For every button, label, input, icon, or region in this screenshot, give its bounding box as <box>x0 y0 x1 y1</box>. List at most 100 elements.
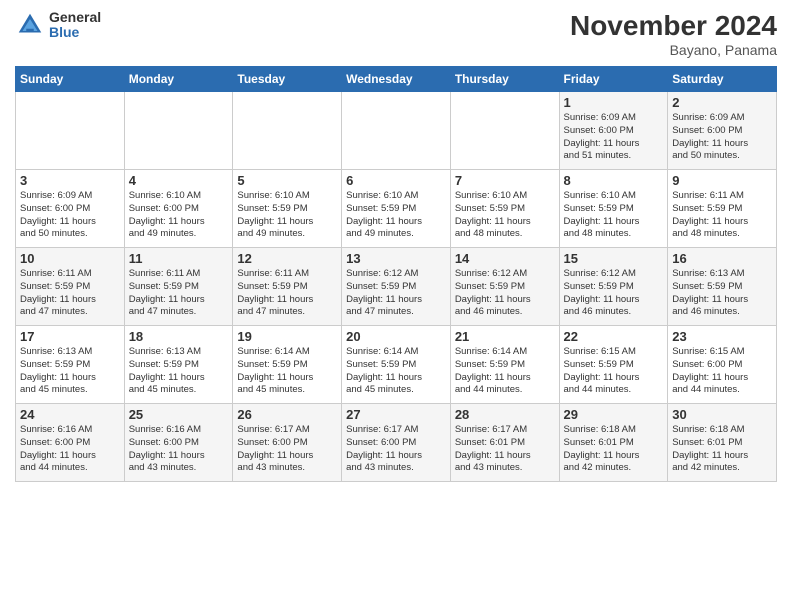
calendar-cell: 4Sunrise: 6:10 AM Sunset: 6:00 PM Daylig… <box>124 170 233 248</box>
header-friday: Friday <box>559 67 668 92</box>
calendar-cell: 23Sunrise: 6:15 AM Sunset: 6:00 PM Dayli… <box>668 326 777 404</box>
day-info: Sunrise: 6:12 AM Sunset: 5:59 PM Dayligh… <box>564 268 664 319</box>
header: General Blue November 2024 Bayano, Panam… <box>15 10 777 58</box>
day-info: Sunrise: 6:18 AM Sunset: 6:01 PM Dayligh… <box>672 424 772 475</box>
day-info: Sunrise: 6:11 AM Sunset: 5:59 PM Dayligh… <box>237 268 337 319</box>
calendar-cell: 25 Sunrise: 6:16 AM Sunset: 6:00 PM Dayli… <box>124 404 233 482</box>
day-info: Sunrise: 6:09 AM Sunset: 6:00 PM Dayligh… <box>20 190 120 241</box>
day-number: 24 <box>20 407 120 422</box>
day-number: 7 <box>455 173 555 188</box>
day-info: Sunrise: 6:12 AM Sunset: 5:59 PM Dayligh… <box>346 268 446 319</box>
calendar-cell: 2 Sunrise: 6:09 AM Sunset: 6:00 PM Daylig… <box>668 92 777 170</box>
calendar-cell: 27Sunrise: 6:17 AM Sunset: 6:00 PM Dayli… <box>342 404 451 482</box>
calendar-body: 1 Sunrise: 6:09 AM Sunset: 6:00 PM Daylig… <box>16 92 777 482</box>
day-info: Sunrise: 6:10 AM Sunset: 5:59 PM Dayligh… <box>564 190 664 241</box>
day-number: 13 <box>346 251 446 266</box>
day-number: 29 <box>564 407 664 422</box>
day-number: 2 <box>672 95 772 110</box>
day-number: 10 <box>20 251 120 266</box>
day-info: Sunrise: 6:13 AM Sunset: 5:59 PM Dayligh… <box>672 268 772 319</box>
day-info: Sunrise: 6:16 AM Sunset: 6:00 PM Dayligh… <box>129 424 229 475</box>
day-number: 12 <box>237 251 337 266</box>
header-thursday: Thursday <box>450 67 559 92</box>
calendar-week-4: 24 Sunrise: 6:16 AM Sunset: 6:00 PM Dayli… <box>16 404 777 482</box>
calendar-cell: 17 Sunrise: 6:13 AM Sunset: 5:59 PM Dayli… <box>16 326 125 404</box>
day-info: Sunrise: 6:10 AM Sunset: 5:59 PM Dayligh… <box>237 190 337 241</box>
calendar-cell: 14 Sunrise: 6:12 AM Sunset: 5:59 PM Dayli… <box>450 248 559 326</box>
header-wednesday: Wednesday <box>342 67 451 92</box>
day-number: 17 <box>20 329 120 344</box>
calendar-cell: 12 Sunrise: 6:11 AM Sunset: 5:59 PM Dayli… <box>233 248 342 326</box>
day-number: 15 <box>564 251 664 266</box>
calendar-cell: 19 Sunrise: 6:14 AM Sunset: 5:59 PM Dayli… <box>233 326 342 404</box>
calendar-week-2: 10 Sunrise: 6:11 AM Sunset: 5:59 PM Dayli… <box>16 248 777 326</box>
calendar-cell: 28Sunrise: 6:17 AM Sunset: 6:01 PM Dayli… <box>450 404 559 482</box>
day-info: Sunrise: 6:10 AM Sunset: 5:59 PM Dayligh… <box>346 190 446 241</box>
day-info: Sunrise: 6:09 AM Sunset: 6:00 PM Dayligh… <box>672 112 772 163</box>
calendar-cell: 8 Sunrise: 6:10 AM Sunset: 5:59 PM Daylig… <box>559 170 668 248</box>
day-number: 1 <box>564 95 664 110</box>
calendar-cell: 22 Sunrise: 6:15 AM Sunset: 5:59 PM Dayli… <box>559 326 668 404</box>
day-info: Sunrise: 6:12 AM Sunset: 5:59 PM Dayligh… <box>455 268 555 319</box>
logo: General Blue <box>15 10 101 41</box>
calendar-week-1: 3 Sunrise: 6:09 AM Sunset: 6:00 PM Daylig… <box>16 170 777 248</box>
calendar-cell: 18 Sunrise: 6:13 AM Sunset: 5:59 PM Dayli… <box>124 326 233 404</box>
calendar-cell: 7 Sunrise: 6:10 AM Sunset: 5:59 PM Daylig… <box>450 170 559 248</box>
day-info: Sunrise: 6:14 AM Sunset: 5:59 PM Dayligh… <box>455 346 555 397</box>
calendar-cell: 11Sunrise: 6:11 AM Sunset: 5:59 PM Dayli… <box>124 248 233 326</box>
calendar-cell: 24 Sunrise: 6:16 AM Sunset: 6:00 PM Dayli… <box>16 404 125 482</box>
day-number: 6 <box>346 173 446 188</box>
header-sunday: Sunday <box>16 67 125 92</box>
day-info: Sunrise: 6:16 AM Sunset: 6:00 PM Dayligh… <box>20 424 120 475</box>
day-info: Sunrise: 6:10 AM Sunset: 6:00 PM Dayligh… <box>129 190 229 241</box>
day-info: Sunrise: 6:18 AM Sunset: 6:01 PM Dayligh… <box>564 424 664 475</box>
logo-blue-text: Blue <box>49 25 101 40</box>
day-info: Sunrise: 6:15 AM Sunset: 5:59 PM Dayligh… <box>564 346 664 397</box>
logo-general-text: General <box>49 10 101 25</box>
calendar-week-0: 1 Sunrise: 6:09 AM Sunset: 6:00 PM Daylig… <box>16 92 777 170</box>
day-number: 18 <box>129 329 229 344</box>
calendar-header: Sunday Monday Tuesday Wednesday Thursday… <box>16 67 777 92</box>
day-info: Sunrise: 6:11 AM Sunset: 5:59 PM Dayligh… <box>672 190 772 241</box>
day-info: Sunrise: 6:13 AM Sunset: 5:59 PM Dayligh… <box>20 346 120 397</box>
calendar-cell: 9Sunrise: 6:11 AM Sunset: 5:59 PM Daylig… <box>668 170 777 248</box>
day-info: Sunrise: 6:09 AM Sunset: 6:00 PM Dayligh… <box>564 112 664 163</box>
day-number: 23 <box>672 329 772 344</box>
calendar-cell: 3 Sunrise: 6:09 AM Sunset: 6:00 PM Daylig… <box>16 170 125 248</box>
title-block: November 2024 Bayano, Panama <box>570 10 777 58</box>
day-number: 26 <box>237 407 337 422</box>
day-info: Sunrise: 6:14 AM Sunset: 5:59 PM Dayligh… <box>346 346 446 397</box>
calendar-cell: 13 Sunrise: 6:12 AM Sunset: 5:59 PM Dayli… <box>342 248 451 326</box>
day-number: 19 <box>237 329 337 344</box>
day-number: 20 <box>346 329 446 344</box>
header-saturday: Saturday <box>668 67 777 92</box>
calendar-subtitle: Bayano, Panama <box>570 42 777 58</box>
logo-icon <box>15 10 45 40</box>
day-number: 25 <box>129 407 229 422</box>
calendar-table: Sunday Monday Tuesday Wednesday Thursday… <box>15 66 777 482</box>
calendar-cell: 16 Sunrise: 6:13 AM Sunset: 5:59 PM Dayli… <box>668 248 777 326</box>
day-number: 16 <box>672 251 772 266</box>
day-number: 5 <box>237 173 337 188</box>
calendar-cell: 15 Sunrise: 6:12 AM Sunset: 5:59 PM Dayli… <box>559 248 668 326</box>
day-info: Sunrise: 6:10 AM Sunset: 5:59 PM Dayligh… <box>455 190 555 241</box>
day-number: 22 <box>564 329 664 344</box>
logo-text: General Blue <box>49 10 101 41</box>
day-number: 21 <box>455 329 555 344</box>
day-number: 3 <box>20 173 120 188</box>
calendar-cell: 30 Sunrise: 6:18 AM Sunset: 6:01 PM Dayli… <box>668 404 777 482</box>
day-number: 30 <box>672 407 772 422</box>
day-info: Sunrise: 6:17 AM Sunset: 6:00 PM Dayligh… <box>237 424 337 475</box>
calendar-cell: 29 Sunrise: 6:18 AM Sunset: 6:01 PM Dayli… <box>559 404 668 482</box>
day-number: 8 <box>564 173 664 188</box>
header-monday: Monday <box>124 67 233 92</box>
day-number: 14 <box>455 251 555 266</box>
calendar-cell <box>124 92 233 170</box>
calendar-cell <box>342 92 451 170</box>
day-info: Sunrise: 6:13 AM Sunset: 5:59 PM Dayligh… <box>129 346 229 397</box>
day-info: Sunrise: 6:14 AM Sunset: 5:59 PM Dayligh… <box>237 346 337 397</box>
day-info: Sunrise: 6:11 AM Sunset: 5:59 PM Dayligh… <box>129 268 229 319</box>
calendar-cell <box>450 92 559 170</box>
day-info: Sunrise: 6:17 AM Sunset: 6:00 PM Dayligh… <box>346 424 446 475</box>
calendar-cell: 26 Sunrise: 6:17 AM Sunset: 6:00 PM Dayli… <box>233 404 342 482</box>
